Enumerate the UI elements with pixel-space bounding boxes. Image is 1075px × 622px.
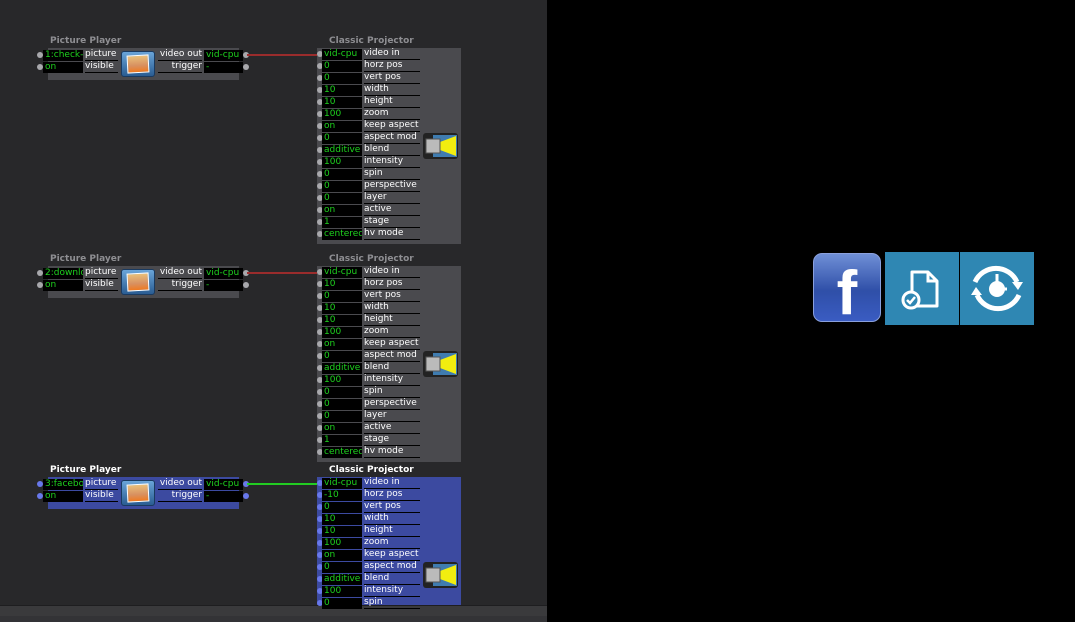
- input-value-video-in[interactable]: vid-cpu: [322, 478, 362, 489]
- input-label: height: [364, 525, 420, 537]
- input-value-width[interactable]: 10: [322, 514, 362, 525]
- input-label: horz pos: [364, 489, 420, 501]
- input-value-horz-pos[interactable]: -10: [322, 490, 362, 501]
- horizontal-scrollbar[interactable]: [0, 605, 547, 622]
- facebook-logo: f: [813, 253, 881, 322]
- input-value-zoom[interactable]: 100: [322, 538, 362, 549]
- scrollbar-thumb[interactable]: [0, 616, 547, 622]
- input-label: zoom: [364, 537, 420, 549]
- patch-group: Picture Player 3:facebo picture on visible vi…: [0, 0, 547, 609]
- picture-player-title[interactable]: Picture Player: [50, 465, 121, 475]
- input-label: visible: [85, 490, 118, 502]
- input-value-height[interactable]: 10: [322, 526, 362, 537]
- input-label: width: [364, 513, 420, 525]
- input-label: vert pos: [364, 501, 420, 513]
- input-label: video in: [364, 477, 420, 489]
- input-value-aspect-mod[interactable]: 0: [322, 562, 362, 573]
- input-value-blend[interactable]: additive: [322, 574, 362, 585]
- output-label: trigger: [158, 490, 202, 502]
- thumbnail-photo: [126, 483, 150, 503]
- input-value-keep-aspect[interactable]: on: [322, 550, 362, 561]
- patch-canvas[interactable]: Picture Player 1:check-picture on visible vi…: [0, 0, 547, 622]
- input-label: keep aspect: [364, 549, 420, 561]
- input-value-spin[interactable]: 0: [322, 598, 362, 609]
- output-port[interactable]: [243, 493, 249, 499]
- output-value-trigger[interactable]: -: [204, 491, 243, 502]
- input-label: aspect mod: [364, 561, 420, 573]
- clock-refresh-icon: [960, 252, 1034, 325]
- document-check-icon: [885, 252, 959, 325]
- picture-thumbnail-icon: [121, 480, 155, 506]
- connection-wire[interactable]: [247, 483, 320, 485]
- output-value-video-out[interactable]: vid-cpu: [204, 479, 243, 490]
- input-label: intensity: [364, 585, 420, 597]
- input-label: spin: [364, 597, 420, 609]
- input-value-visible[interactable]: on: [43, 491, 83, 502]
- input-value-intensity[interactable]: 100: [322, 586, 362, 597]
- output-label: video out: [158, 478, 202, 490]
- projector-icon: [423, 561, 459, 589]
- input-value-picture[interactable]: 3:facebo: [43, 479, 83, 490]
- input-value-vert-pos[interactable]: 0: [322, 502, 362, 513]
- classic-projector-title[interactable]: Classic Projector: [329, 465, 414, 475]
- input-label: picture: [85, 478, 118, 490]
- input-label: blend: [364, 573, 420, 585]
